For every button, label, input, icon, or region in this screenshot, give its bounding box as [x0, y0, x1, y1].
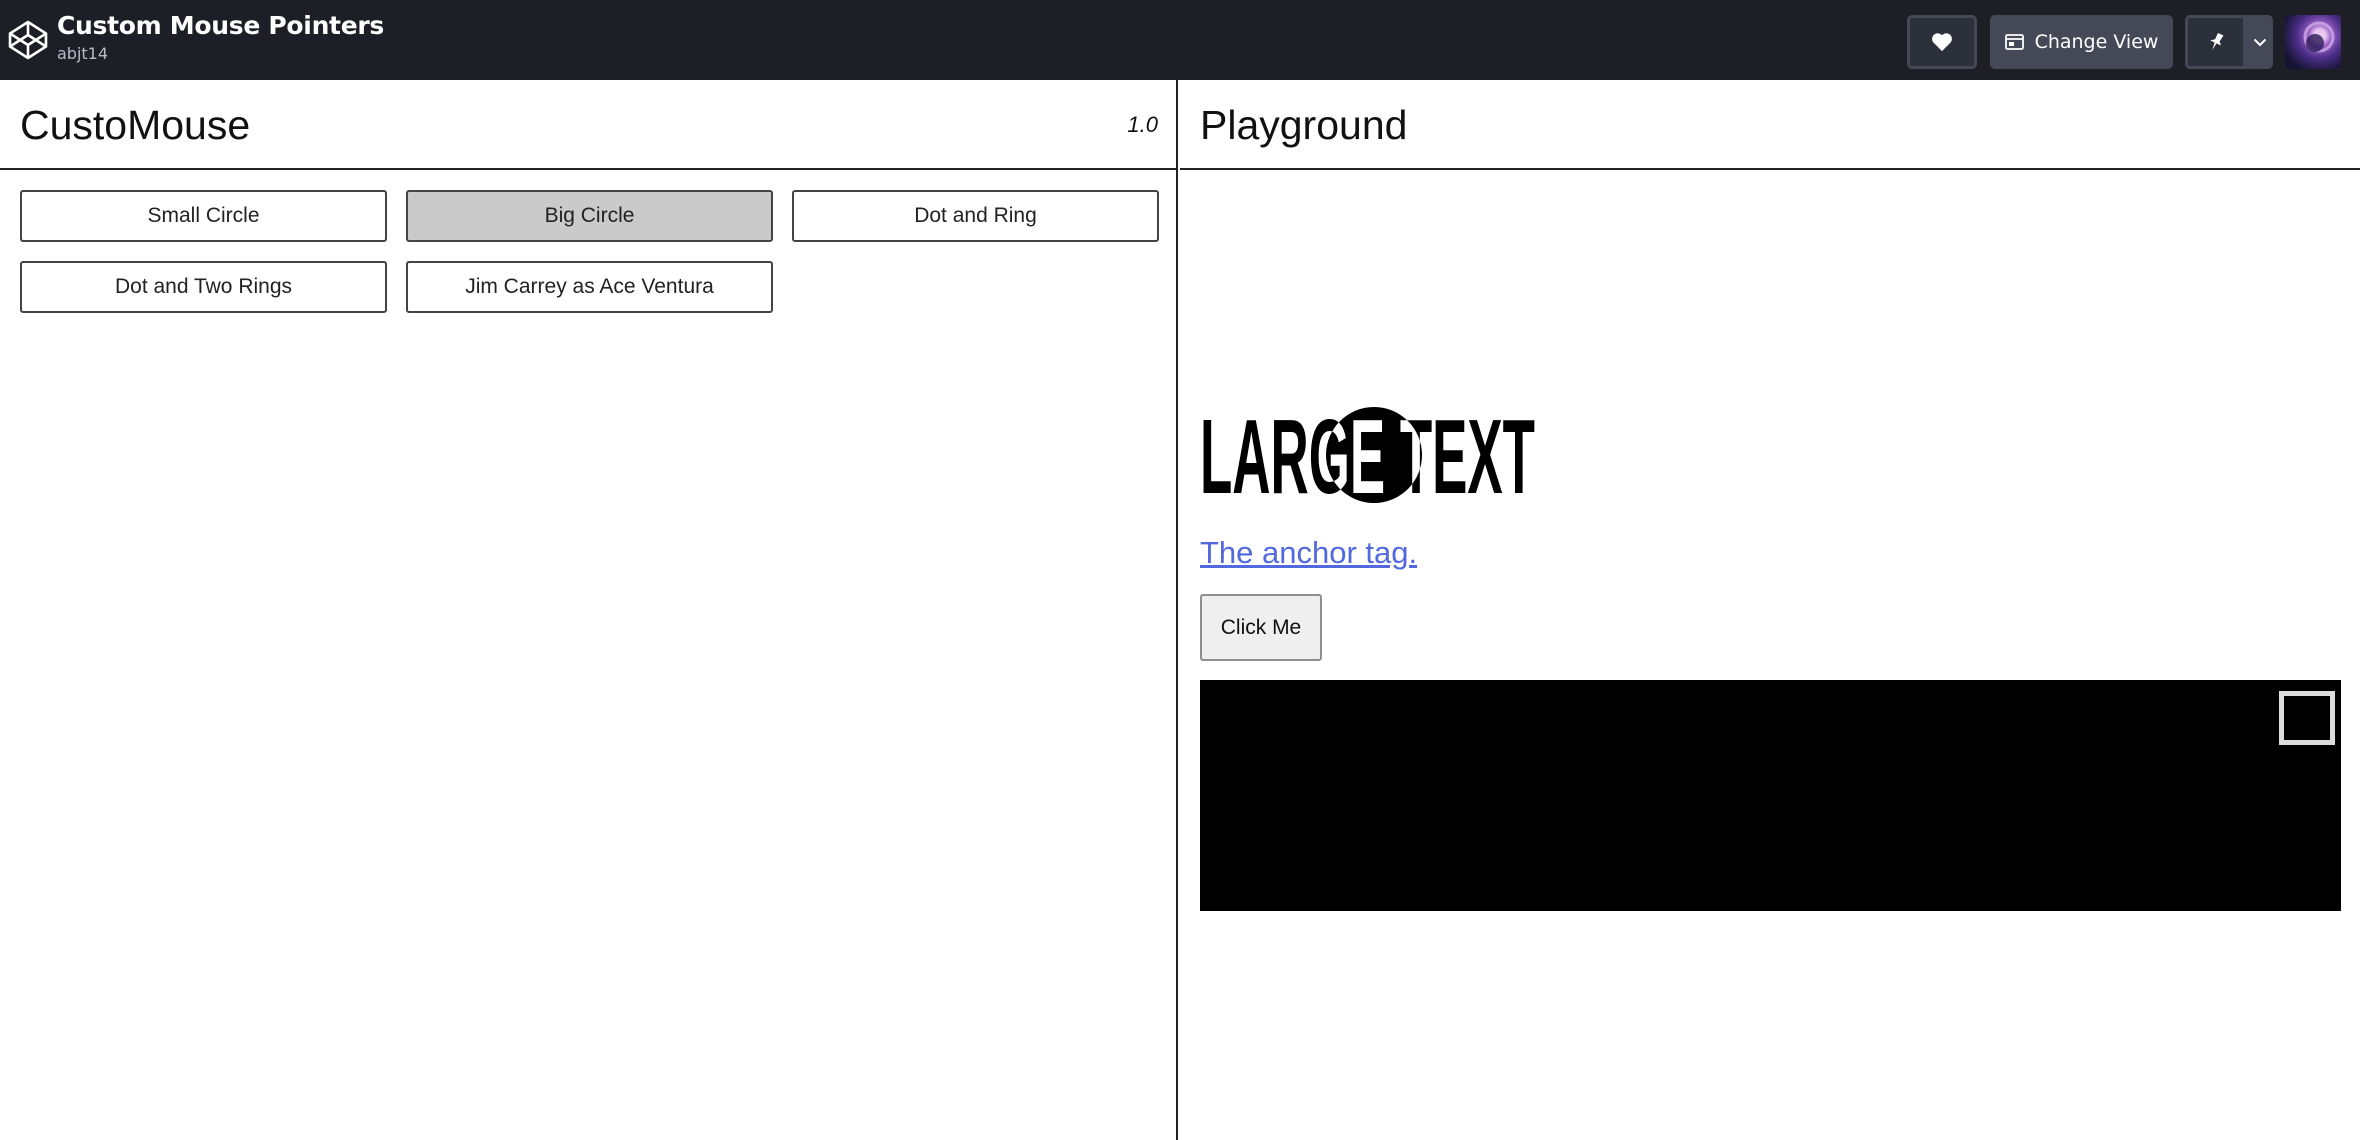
dot-and-ring-button[interactable]: Dot and Ring — [792, 190, 1159, 242]
big-circle-button[interactable]: Big Circle — [406, 190, 773, 242]
pen-title: Custom Mouse Pointers — [57, 11, 384, 40]
customouse-panel: CustoMouse 1.0 Small Circle Big Circle D… — [0, 80, 1178, 1140]
like-button[interactable] — [1907, 15, 1977, 69]
panel-title: CustoMouse — [20, 102, 251, 148]
change-view-label: Change View — [2034, 31, 2159, 53]
change-view-button[interactable]: Change View — [1990, 15, 2173, 69]
chevron-down-icon — [2253, 38, 2266, 46]
pin-icon — [2209, 32, 2223, 51]
codepen-logo-icon[interactable] — [7, 19, 49, 61]
ace-ventura-button[interactable]: Jim Carrey as Ace Ventura — [406, 261, 773, 313]
playground-header: Playground — [1180, 80, 2360, 170]
black-hover-area[interactable] — [1200, 680, 2341, 911]
anchor-link[interactable]: The anchor tag. — [1200, 535, 1417, 571]
panel-header: CustoMouse 1.0 — [0, 80, 1176, 170]
square-outline — [2279, 691, 2335, 745]
playground-panel: Playground LARGE TEXT LARGE TEXT The anc… — [1180, 80, 2360, 1140]
user-avatar[interactable] — [2285, 15, 2341, 69]
pin-dropdown-button[interactable] — [2246, 15, 2273, 69]
pin-button[interactable] — [2185, 15, 2246, 69]
heart-icon — [1932, 33, 1952, 52]
dot-and-two-rings-button[interactable]: Dot and Two Rings — [20, 261, 387, 313]
pen-author-link[interactable]: abjt14 — [57, 44, 108, 63]
avatar-art — [2303, 21, 2335, 53]
playground-title: Playground — [1200, 102, 1408, 148]
click-me-button[interactable]: Click Me — [1200, 594, 1322, 661]
large-text-heading: LARGE TEXT LARGE TEXT — [1200, 405, 1535, 515]
change-view-icon — [2004, 34, 2024, 50]
top-header-bar: Custom Mouse Pointers abjt14 Change View — [0, 0, 2360, 80]
version-label: 1.0 — [1127, 112, 1158, 137]
small-circle-button[interactable]: Small Circle — [20, 190, 387, 242]
